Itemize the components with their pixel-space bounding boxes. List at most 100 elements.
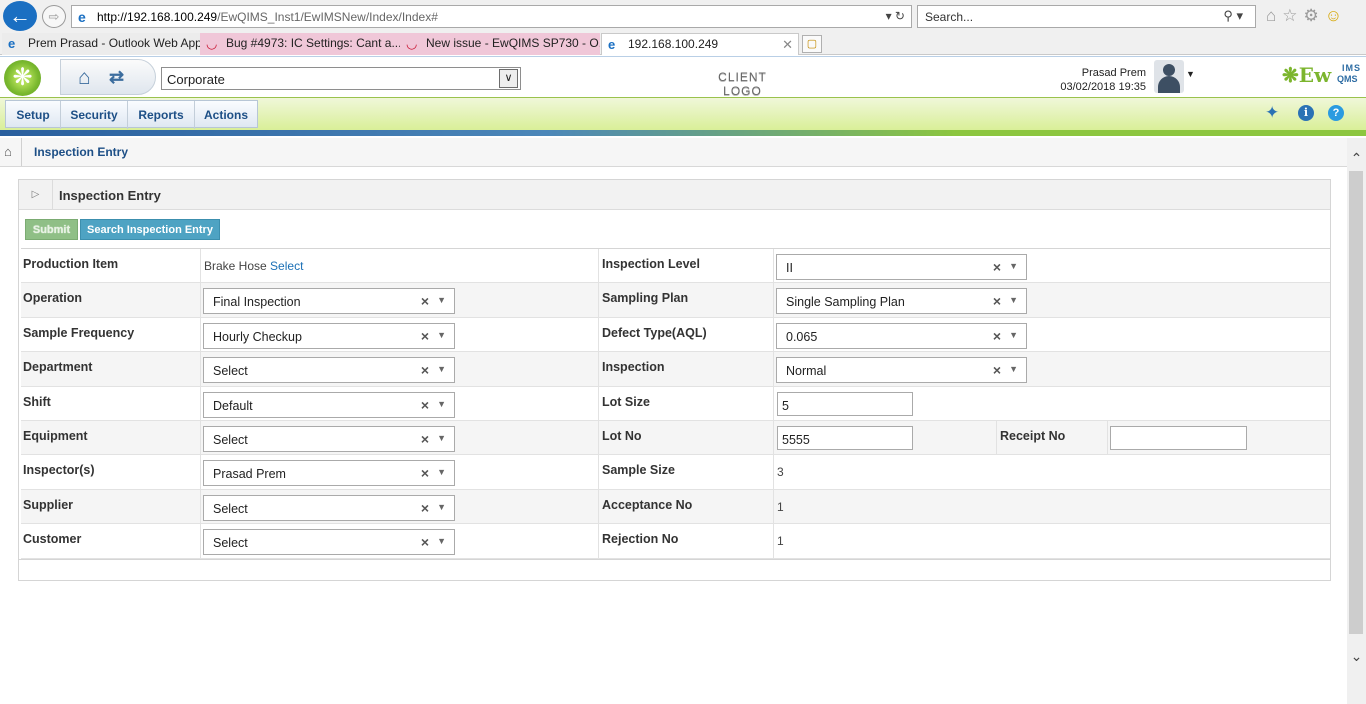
star-icon[interactable]: ☆ xyxy=(1282,6,1303,25)
chevron-down-icon[interactable]: ▼ xyxy=(437,467,446,477)
user-name: Prasad Prem xyxy=(1081,67,1146,79)
chevron-down-icon[interactable]: ▼ xyxy=(1009,330,1018,340)
clear-icon[interactable]: × xyxy=(421,362,429,378)
breadcrumb-current[interactable]: Inspection Entry xyxy=(34,145,128,159)
browser-tab[interactable]: ◡ New issue - EwQIMS SP730 - O... xyxy=(400,33,600,55)
chevron-down-icon[interactable]: ▼ xyxy=(1009,261,1018,271)
home-icon[interactable]: ⌂ xyxy=(4,144,12,159)
chevron-down-icon[interactable]: ▼ xyxy=(437,433,446,443)
tab-label: New issue - EwQIMS SP730 - O... xyxy=(426,36,600,50)
lot-size-input[interactable]: 5 xyxy=(777,391,913,416)
menu-security[interactable]: Security xyxy=(61,101,128,129)
company-select[interactable]: Corporate ∨ xyxy=(161,67,521,90)
brand-logo: ❋Ew IMS QMS xyxy=(1282,63,1362,91)
chevron-down-icon[interactable]: ∨ xyxy=(499,69,518,88)
panel-footer xyxy=(19,559,1330,560)
clear-icon[interactable]: × xyxy=(993,328,1001,344)
search-icon[interactable]: ⚲ ▾ xyxy=(1223,8,1243,24)
clear-icon[interactable]: × xyxy=(421,397,429,413)
acceptance-no-value: 1 xyxy=(777,499,784,514)
chevron-down-icon[interactable]: ▼ xyxy=(437,502,446,512)
menu-reports[interactable]: Reports xyxy=(128,101,195,129)
clear-icon[interactable]: × xyxy=(421,293,429,309)
sample-size-label: Sample Size xyxy=(598,455,774,490)
department-combo[interactable]: Select × ▼ xyxy=(203,357,455,384)
sample-frequency-label: Sample Frequency xyxy=(21,317,201,352)
browser-search-box[interactable]: Search... ⚲ ▾ xyxy=(917,5,1256,28)
home-icon[interactable]: ⌂ xyxy=(78,66,91,90)
production-item-select-link[interactable]: Select xyxy=(270,259,303,273)
shift-combo[interactable]: Default × ▼ xyxy=(203,391,455,418)
new-tab-icon[interactable]: ▢ xyxy=(802,35,822,53)
lot-no-input[interactable]: 5555 xyxy=(777,425,913,450)
redmine-icon: ◡ xyxy=(206,36,218,51)
refresh-icon[interactable]: ⇄ xyxy=(109,67,124,88)
clear-icon[interactable]: × xyxy=(993,362,1001,378)
menu-setup[interactable]: Setup xyxy=(6,101,61,129)
inspection-level-label: Inspection Level xyxy=(598,249,774,283)
menu-actions[interactable]: Actions xyxy=(195,101,257,129)
browser-tab[interactable]: e Prem Prasad - Outlook Web App xyxy=(2,33,200,55)
page-scrollbar[interactable]: ⌃ ⌄ xyxy=(1347,138,1366,704)
url-path: /EwQIMS_Inst1/EwIMSNew/Index/Index# xyxy=(217,10,438,24)
collapse-arrow-icon[interactable]: ▷ xyxy=(19,180,53,210)
address-bar[interactable]: e http://192.168.100.249/EwQIMS_Inst1/Ew… xyxy=(71,5,912,28)
tab-label: 192.168.100.249 xyxy=(628,37,719,51)
scroll-up-icon[interactable]: ⌃ xyxy=(1347,150,1366,166)
scroll-down-icon[interactable]: ⌄ xyxy=(1347,648,1366,664)
combo-value: Select xyxy=(213,364,248,379)
close-icon[interactable]: ✕ xyxy=(782,34,793,55)
clear-icon[interactable]: × xyxy=(421,500,429,516)
browser-tab-active[interactable]: e 192.168.100.249 ✕ xyxy=(601,33,799,55)
main-menu-bar: Setup Security Reports Actions ✦ i ? xyxy=(0,97,1366,130)
button-row: Submit Search Inspection Entry xyxy=(19,210,1330,248)
info-icon[interactable]: i xyxy=(1298,105,1314,121)
browser-toolbar: ← ⇨ e http://192.168.100.249/EwQIMS_Inst… xyxy=(0,0,1366,33)
clear-icon[interactable]: × xyxy=(421,534,429,550)
chevron-down-icon[interactable]: ▼ xyxy=(437,295,446,305)
forward-arrow-icon[interactable]: ⇨ xyxy=(42,5,66,28)
avatar[interactable] xyxy=(1154,60,1184,93)
home-icon[interactable]: ⌂ xyxy=(1266,6,1282,25)
receipt-no-input[interactable] xyxy=(1110,425,1247,450)
clear-icon[interactable]: × xyxy=(993,293,1001,309)
smiley-icon[interactable]: ☺ xyxy=(1325,6,1348,25)
chevron-down-icon[interactable]: ▼ xyxy=(437,399,446,409)
chevron-down-icon[interactable]: ▼ xyxy=(1009,295,1018,305)
app-logo-icon[interactable]: ❋ xyxy=(4,60,41,96)
help-icon[interactable]: ? xyxy=(1328,105,1344,121)
clear-icon[interactable]: × xyxy=(421,465,429,481)
chevron-down-icon[interactable]: ▼ xyxy=(437,536,446,546)
clear-icon[interactable]: × xyxy=(993,259,1001,275)
pin-icon[interactable]: ✦ xyxy=(1265,103,1279,123)
submit-button[interactable]: Submit xyxy=(25,219,78,240)
home-bar: ⌂ ⇄ xyxy=(60,59,156,95)
combo-value: 0.065 xyxy=(786,329,818,344)
back-arrow-icon[interactable]: ← xyxy=(3,1,37,31)
supplier-combo[interactable]: Select × ▼ xyxy=(203,494,455,521)
address-controls[interactable]: ▾ ↻ xyxy=(886,9,905,23)
chevron-down-icon[interactable]: ▼ xyxy=(437,364,446,374)
combo-value: Final Inspection xyxy=(213,295,301,310)
chevron-down-icon[interactable]: ▼ xyxy=(437,330,446,340)
inspection-level-combo[interactable]: II × ▼ xyxy=(776,254,1027,280)
inspection-entry-panel: ▷ Inspection Entry Submit Search Inspect… xyxy=(18,179,1331,581)
sample-frequency-combo[interactable]: Hourly Checkup × ▼ xyxy=(203,322,455,349)
operation-combo[interactable]: Final Inspection × ▼ xyxy=(203,288,455,315)
search-inspection-entry-button[interactable]: Search Inspection Entry xyxy=(80,219,220,240)
inspectors-combo[interactable]: Prasad Prem × ▼ xyxy=(203,460,455,487)
inspection-combo[interactable]: Normal × ▼ xyxy=(776,357,1027,384)
url-host: http://192.168.100.249 xyxy=(97,10,218,24)
clear-icon[interactable]: × xyxy=(421,431,429,447)
customer-combo[interactable]: Select × ▼ xyxy=(203,529,455,556)
gear-icon[interactable]: ⚙ xyxy=(1304,6,1325,25)
chevron-down-icon[interactable]: ▼ xyxy=(1009,364,1018,374)
scroll-thumb[interactable] xyxy=(1349,171,1363,634)
browser-tab[interactable]: ◡ Bug #4973: IC Settings: Cant a... xyxy=(200,33,400,55)
equipment-combo[interactable]: Select × ▼ xyxy=(203,425,455,452)
acceptance-no-label: Acceptance No xyxy=(598,489,774,524)
caret-down-icon[interactable]: ▼ xyxy=(1186,69,1195,79)
sampling-plan-combo[interactable]: Single Sampling Plan × ▼ xyxy=(776,288,1027,315)
defect-type-combo[interactable]: 0.065 × ▼ xyxy=(776,322,1027,349)
clear-icon[interactable]: × xyxy=(421,328,429,344)
